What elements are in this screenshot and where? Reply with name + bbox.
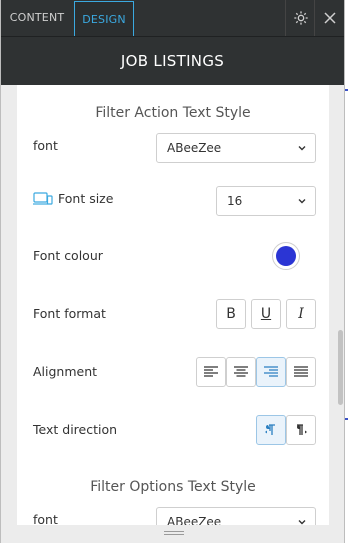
alignment-label: Alignment [33,364,98,379]
font-size-select-value: 16 [227,194,243,208]
devices-icon [33,191,53,205]
ltr-icon [265,424,275,435]
align-justify-icon [294,366,308,377]
font2-select[interactable]: ABeeZee [156,507,316,525]
resize-handle[interactable] [164,531,184,532]
font-select-value: ABeeZee [167,141,222,155]
rtl-icon [297,424,307,435]
chevron-down-icon [298,146,306,151]
tab-content[interactable]: CONTENT [1,0,73,36]
chevron-down-icon [298,199,306,204]
top-bar: CONTENT DESIGN [1,0,344,37]
italic-icon: I [298,306,304,322]
font-size-row-label: Font size [33,191,113,206]
section-title-filter-action: Filter Action Text Style [95,105,251,121]
italic-button[interactable]: I [286,299,316,329]
close-button[interactable] [314,0,344,36]
settings-button[interactable] [285,0,315,36]
vertical-scrollbar[interactable] [338,330,343,405]
align-right-button[interactable] [256,357,286,387]
text-direction-ltr-button[interactable] [256,415,286,445]
font-format-label: Font format [33,306,106,321]
align-justify-button[interactable] [286,357,316,387]
close-icon [323,12,336,24]
gear-icon [293,11,308,25]
bold-icon: B [226,306,236,322]
font-size-select[interactable]: 16 [216,186,316,216]
underline-icon: U [260,306,272,322]
font-size-label: Font size [58,191,114,206]
font-colour-label: Font colour [33,248,103,263]
align-left-button[interactable] [196,357,226,387]
font-colour-picker[interactable] [272,242,300,270]
bottom-bar [1,525,344,543]
align-left-icon [204,366,218,377]
section-title-filter-options: Filter Options Text Style [90,479,256,495]
align-center-button[interactable] [226,357,256,387]
text-direction-label: Text direction [33,422,118,437]
font-label: font [33,138,58,153]
font2-label: font [33,512,58,525]
text-direction-rtl-button[interactable] [286,415,316,445]
tab-design[interactable]: DESIGN [74,1,134,36]
underline-button[interactable]: U [251,299,281,329]
align-center-icon [234,366,248,377]
panel-title: JOB LISTINGS [1,37,344,85]
font2-select-value: ABeeZee [167,515,222,525]
chevron-down-icon [298,520,306,525]
settings-panel: CONTENT DESIGN JOB LISTINGS Filter Actio… [0,0,345,543]
align-right-icon [264,366,278,377]
settings-card: Filter Action Text Style font ABeeZee Fo… [17,85,329,525]
font-select[interactable]: ABeeZee [156,133,316,163]
scroll-area[interactable]: Filter Action Text Style font ABeeZee Fo… [1,85,344,525]
bold-button[interactable]: B [216,299,246,329]
colour-swatch [276,246,296,266]
